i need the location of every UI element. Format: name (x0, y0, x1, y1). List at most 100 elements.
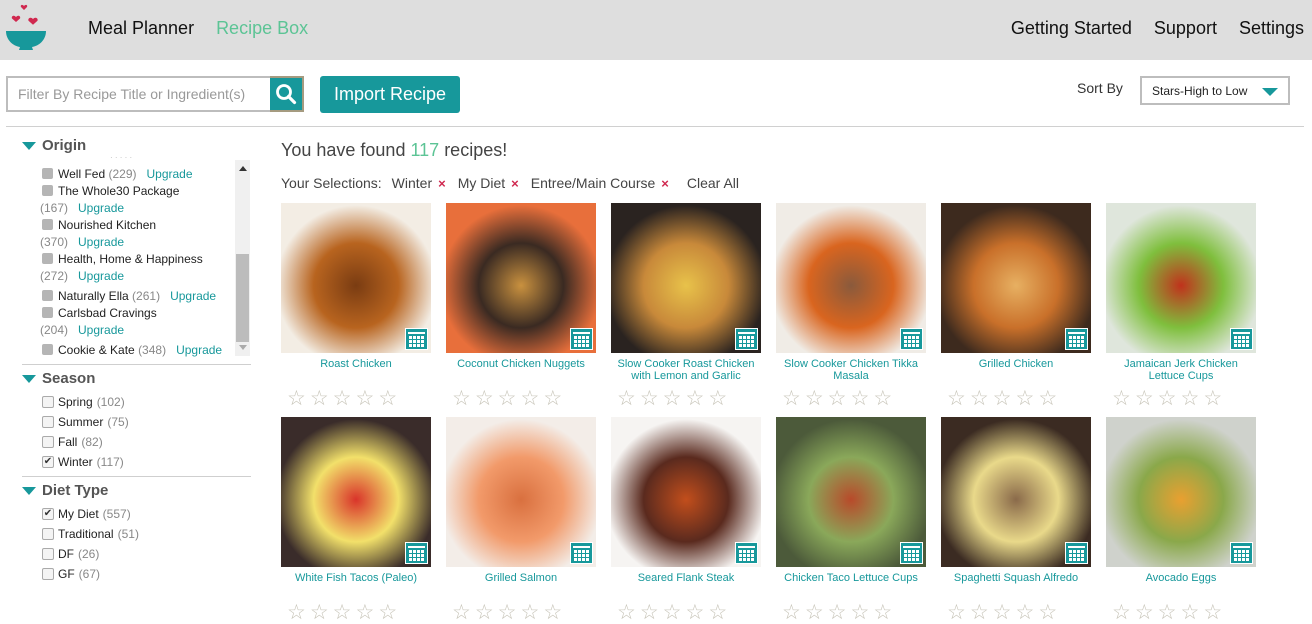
star-icon[interactable]: ☆ (355, 388, 374, 409)
star-icon[interactable]: ☆ (378, 388, 397, 409)
calendar-icon[interactable] (1065, 542, 1088, 564)
star-icon[interactable]: ☆ (617, 388, 636, 409)
star-icon[interactable]: ☆ (1135, 602, 1154, 623)
calendar-icon[interactable] (735, 542, 758, 564)
star-rating[interactable]: ☆ ☆ ☆ ☆ ☆ (446, 602, 596, 623)
filter-chip-entree[interactable]: Entree/Main Course × (531, 175, 669, 191)
upgrade-link[interactable]: Upgrade (147, 167, 193, 181)
star-icon[interactable]: ☆ (663, 388, 682, 409)
clear-all-link[interactable]: Clear All (687, 175, 739, 191)
checkbox[interactable] (42, 436, 54, 448)
recipe-image[interactable] (941, 203, 1091, 353)
season-option-winter[interactable]: ✔ Winter (117) (42, 455, 124, 469)
recipe-image[interactable] (941, 417, 1091, 567)
recipe-title[interactable]: Slow Cooker Chicken Tikka Masala (776, 358, 926, 382)
recipe-title[interactable]: White Fish Tacos (Paleo) (281, 572, 431, 596)
star-icon[interactable]: ☆ (850, 602, 869, 623)
calendar-icon[interactable] (1230, 542, 1253, 564)
import-recipe-button[interactable]: Import Recipe (320, 76, 460, 113)
checkbox[interactable] (42, 396, 54, 408)
star-icon[interactable]: ☆ (475, 388, 494, 409)
origin-item[interactable]: Cookie & Kate (348) Upgrade (42, 343, 222, 357)
origin-item[interactable]: Health, Home & Happiness (42, 252, 203, 266)
star-icon[interactable]: ☆ (828, 388, 847, 409)
star-rating[interactable]: ☆ ☆ ☆ ☆ ☆ (281, 602, 431, 623)
recipe-card[interactable]: Coconut Chicken Nuggets ☆ ☆ ☆ ☆ ☆ (446, 203, 596, 409)
star-icon[interactable]: ☆ (543, 388, 562, 409)
recipe-card[interactable]: Avocado Eggs ☆ ☆ ☆ ☆ ☆ (1106, 417, 1256, 623)
nav-settings[interactable]: Settings (1239, 18, 1304, 39)
star-icon[interactable]: ☆ (1112, 388, 1131, 409)
nav-support[interactable]: Support (1154, 18, 1217, 39)
upgrade-link[interactable]: Upgrade (78, 269, 124, 283)
star-icon[interactable]: ☆ (475, 602, 494, 623)
bowl-hearts-logo[interactable] (4, 2, 48, 54)
checkbox[interactable] (42, 307, 53, 318)
star-icon[interactable]: ☆ (1203, 602, 1222, 623)
diet-option-my-diet[interactable]: ✔ My Diet (557) (42, 507, 131, 521)
recipe-title[interactable]: Spaghetti Squash Alfredo (941, 572, 1091, 596)
scrollbar-thumb[interactable] (236, 254, 249, 342)
remove-icon[interactable]: × (438, 176, 446, 191)
season-option-fall[interactable]: Fall (82) (42, 435, 103, 449)
calendar-icon[interactable] (405, 542, 428, 564)
star-icon[interactable]: ☆ (1038, 388, 1057, 409)
star-icon[interactable]: ☆ (850, 388, 869, 409)
origin-scrollbar[interactable] (235, 160, 250, 356)
diet-option-traditional[interactable]: Traditional (51) (42, 527, 139, 541)
recipe-image[interactable] (611, 417, 761, 567)
checkbox[interactable] (42, 253, 53, 264)
search-button[interactable] (270, 76, 304, 112)
recipe-image[interactable] (776, 203, 926, 353)
star-rating[interactable]: ☆ ☆ ☆ ☆ ☆ (1106, 602, 1256, 623)
checkbox[interactable] (42, 528, 54, 540)
star-icon[interactable]: ☆ (970, 388, 989, 409)
nav-getting-started[interactable]: Getting Started (1011, 18, 1132, 39)
remove-icon[interactable]: × (511, 176, 519, 191)
checkbox[interactable] (42, 219, 53, 230)
recipe-card[interactable]: Roast Chicken ☆ ☆ ☆ ☆ ☆ (281, 203, 431, 409)
star-icon[interactable]: ☆ (1135, 388, 1154, 409)
star-icon[interactable]: ☆ (993, 388, 1012, 409)
star-icon[interactable]: ☆ (828, 602, 847, 623)
season-option-spring[interactable]: Spring (102) (42, 395, 125, 409)
star-rating[interactable]: ☆ ☆ ☆ ☆ ☆ (281, 388, 431, 409)
star-icon[interactable]: ☆ (617, 602, 636, 623)
star-rating[interactable]: ☆ ☆ ☆ ☆ ☆ (1106, 388, 1256, 409)
origin-item[interactable]: Naturally Ella (261) Upgrade (42, 289, 216, 303)
season-option-summer[interactable]: Summer (75) (42, 415, 129, 429)
recipe-title[interactable]: Coconut Chicken Nuggets (446, 358, 596, 382)
star-icon[interactable]: ☆ (663, 602, 682, 623)
recipe-card[interactable]: White Fish Tacos (Paleo) ☆ ☆ ☆ ☆ ☆ (281, 417, 431, 623)
upgrade-link[interactable]: Upgrade (176, 343, 222, 357)
star-icon[interactable]: ☆ (947, 388, 966, 409)
star-icon[interactable]: ☆ (1038, 602, 1057, 623)
star-icon[interactable]: ☆ (287, 388, 306, 409)
recipe-card[interactable]: Slow Cooker Roast Chicken with Lemon and… (611, 203, 761, 409)
star-rating[interactable]: ☆ ☆ ☆ ☆ ☆ (941, 602, 1091, 623)
nav-meal-planner[interactable]: Meal Planner (88, 18, 194, 39)
star-icon[interactable]: ☆ (452, 388, 471, 409)
star-icon[interactable]: ☆ (1158, 602, 1177, 623)
calendar-icon[interactable] (405, 328, 428, 350)
star-icon[interactable]: ☆ (1180, 602, 1199, 623)
checkbox[interactable] (42, 168, 53, 179)
recipe-title[interactable]: Slow Cooker Roast Chicken with Lemon and… (611, 358, 761, 382)
checkbox[interactable] (42, 416, 54, 428)
scroll-down-arrow-icon[interactable] (239, 345, 247, 350)
filter-chip-my-diet[interactable]: My Diet × (458, 175, 519, 191)
star-icon[interactable]: ☆ (543, 602, 562, 623)
star-rating[interactable]: ☆ ☆ ☆ ☆ ☆ (941, 388, 1091, 409)
recipe-image[interactable] (1106, 203, 1256, 353)
checkbox[interactable] (42, 344, 53, 355)
calendar-icon[interactable] (735, 328, 758, 350)
star-icon[interactable]: ☆ (310, 388, 329, 409)
star-icon[interactable]: ☆ (520, 602, 539, 623)
calendar-icon[interactable] (1065, 328, 1088, 350)
recipe-image[interactable] (611, 203, 761, 353)
star-icon[interactable]: ☆ (782, 388, 801, 409)
calendar-icon[interactable] (570, 328, 593, 350)
recipe-image[interactable] (281, 203, 431, 353)
upgrade-link[interactable]: Upgrade (78, 235, 124, 249)
star-icon[interactable]: ☆ (685, 388, 704, 409)
